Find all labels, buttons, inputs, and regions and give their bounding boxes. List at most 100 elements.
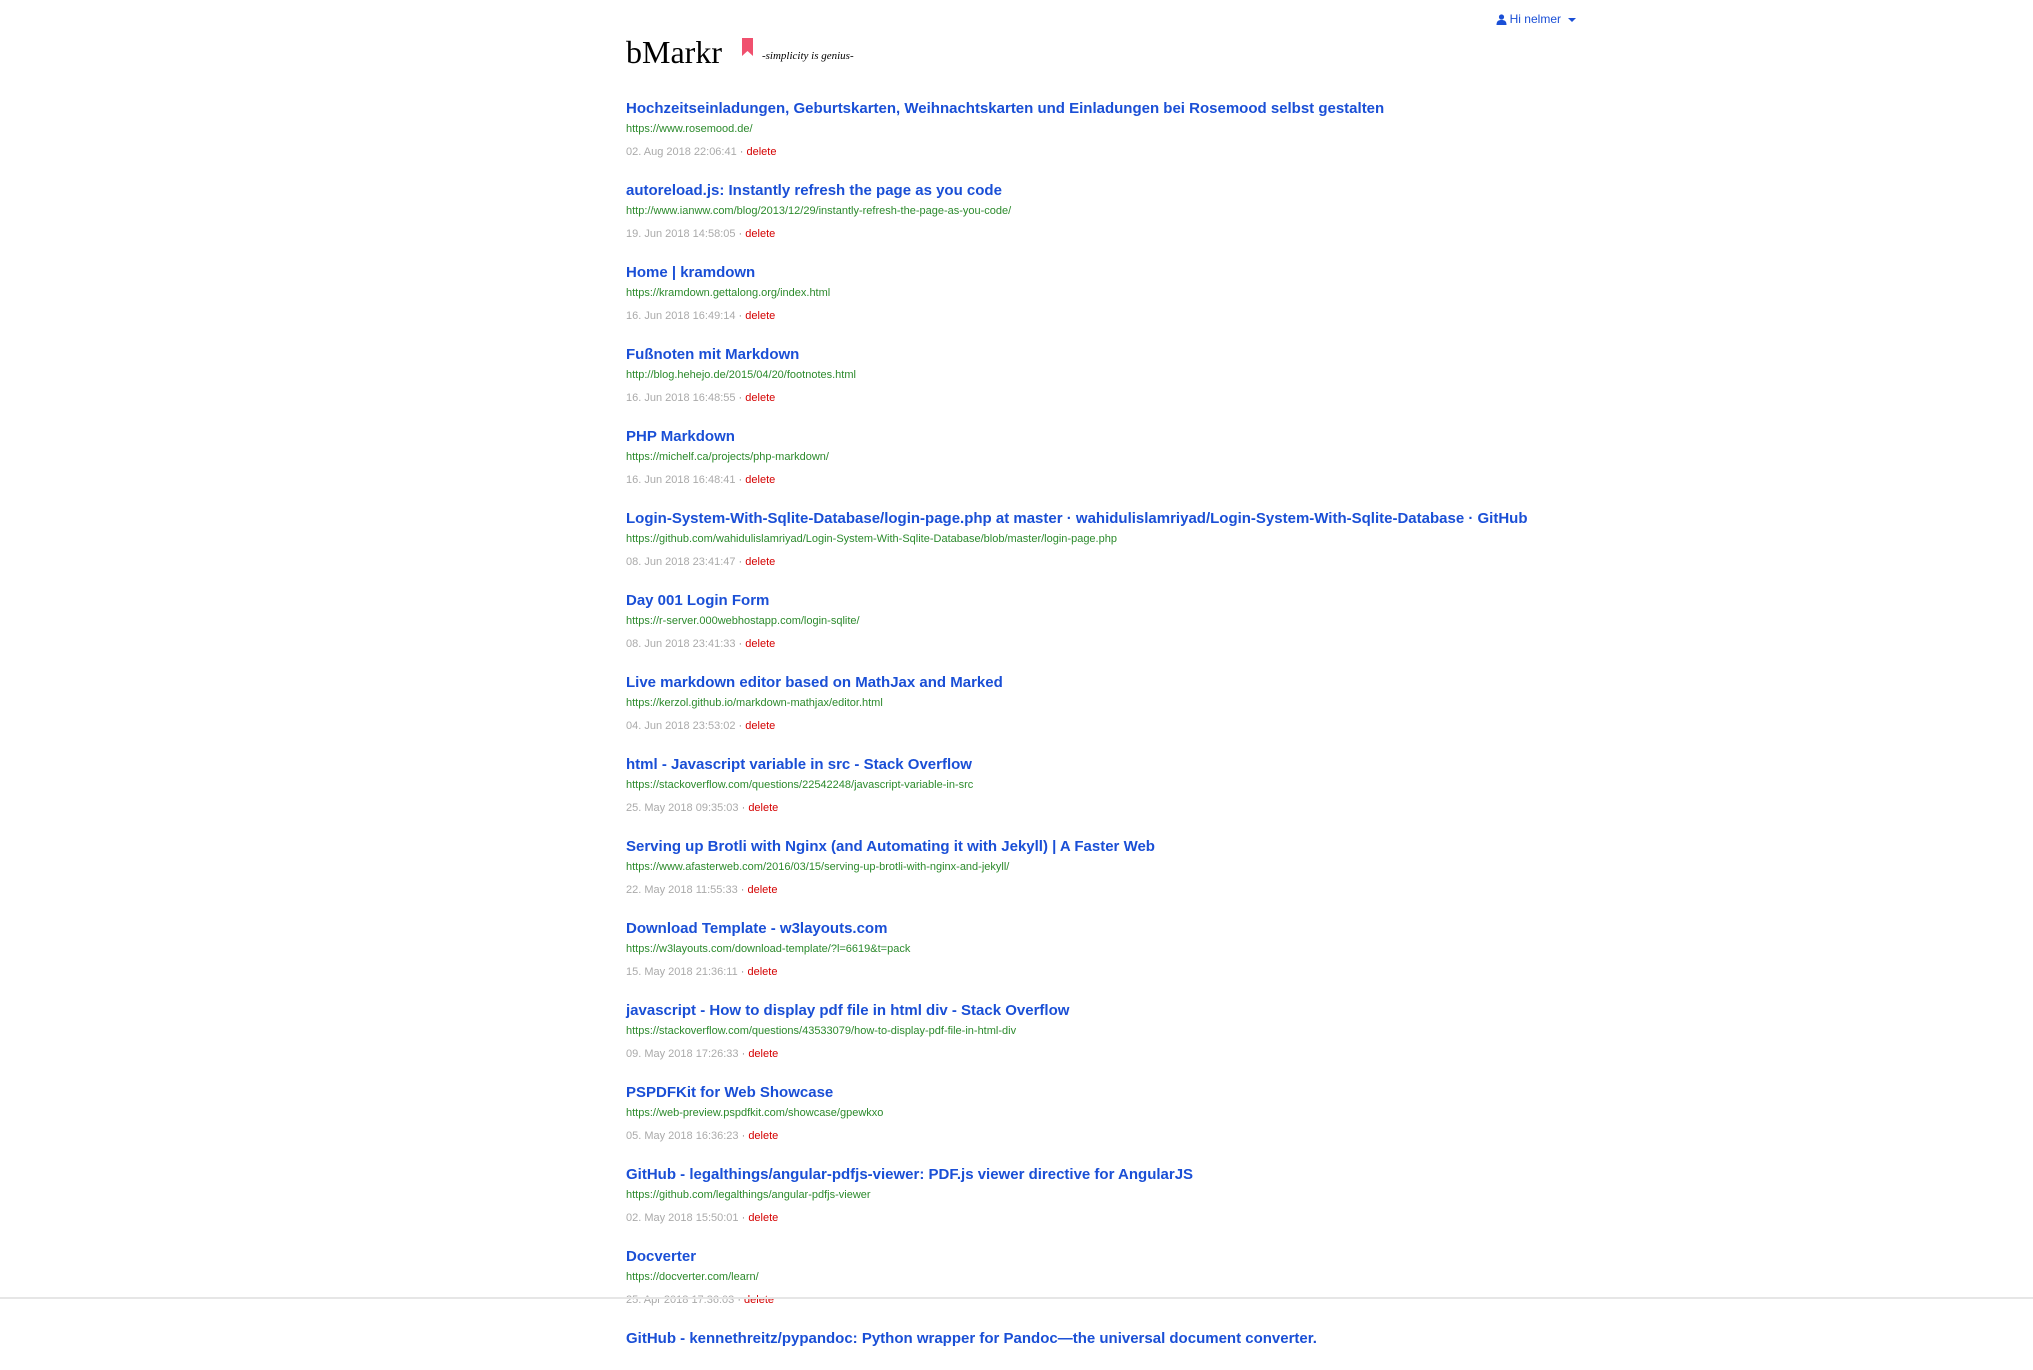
bookmark-icon [741, 38, 753, 56]
meta-separator: · [735, 720, 746, 732]
bookmark-item: Day 001 Login Form https://r-server.000we… [626, 584, 1576, 651]
meta-separator: · [737, 966, 748, 978]
meta-separator: · [735, 474, 746, 486]
bookmark-date: 09. May 2018 17:26:33 [626, 1048, 739, 1060]
meta-separator: · [738, 1130, 749, 1142]
bookmark-meta: 04. Jun 2018 23:53:02 · delete [626, 719, 1576, 733]
bookmark-meta: 02. Aug 2018 22:06:41 · delete [626, 145, 1576, 159]
delete-link[interactable]: delete [745, 310, 775, 322]
bookmark-title-link[interactable]: Download Template - w3layouts.com [626, 912, 1576, 945]
delete-link[interactable]: delete [748, 884, 778, 896]
delete-link[interactable]: delete [747, 146, 777, 158]
bookmark-url: https://stackoverflow.com/questions/2254… [626, 779, 974, 791]
delete-link[interactable]: delete [748, 1212, 778, 1224]
bookmark-item: Serving up Brotli with Nginx (and Automa… [626, 830, 1576, 897]
delete-link[interactable]: delete [744, 1294, 774, 1306]
bookmark-url: https://web-preview.pspdfkit.com/showcas… [626, 1107, 884, 1119]
bookmark-date: 08. Jun 2018 23:41:47 [626, 556, 736, 568]
bookmark-item: javascript - How to display pdf file in … [626, 994, 1576, 1061]
user-menu-dropdown[interactable]: Hi nelmer [1496, 12, 1576, 26]
bookmark-date: 16. Jun 2018 16:48:55 [626, 392, 736, 404]
bookmark-title-link[interactable]: javascript - How to display pdf file in … [626, 994, 1576, 1027]
bookmark-item: Download Template - w3layouts.com https:/… [626, 912, 1576, 979]
bookmark-meta: 02. May 2018 15:50:01 · delete [626, 1211, 1576, 1225]
bookmark-date: 02. Aug 2018 22:06:41 [626, 146, 737, 158]
meta-separator: · [735, 556, 746, 568]
bookmark-url: https://w3layouts.com/download-template/… [626, 943, 911, 955]
bookmark-item: autoreload.js: Instantly refresh the pag… [626, 174, 1576, 241]
bookmark-date: 22. May 2018 11:55:33 [626, 884, 738, 896]
bookmark-date: 02. May 2018 15:50:01 [626, 1212, 739, 1224]
bookmark-url: http://blog.hehejo.de/2015/04/20/footnot… [626, 369, 856, 381]
bookmark-title-link[interactable]: Home | kramdown [626, 256, 1576, 289]
bookmark-meta: 22. May 2018 11:55:33 · delete [626, 883, 1576, 897]
bookmark-item: Live markdown editor based on MathJax an… [626, 666, 1576, 733]
bookmark-list: Hochzeitseinladungen, Geburtskarten, Wei… [626, 92, 1576, 1370]
bookmark-item: Hochzeitseinladungen, Geburtskarten, Wei… [626, 92, 1576, 159]
bookmark-meta: 16. Jun 2018 16:49:14 · delete [626, 309, 1576, 323]
bookmark-meta: 25. Apr 2018 17:36:03 · delete [626, 1293, 1576, 1307]
bookmark-title-link[interactable]: autoreload.js: Instantly refresh the pag… [626, 174, 1576, 207]
bookmark-title-link[interactable]: Hochzeitseinladungen, Geburtskarten, Wei… [626, 92, 1576, 125]
bookmark-date: 04. Jun 2018 23:53:02 [626, 720, 736, 732]
bookmark-date: 08. Jun 2018 23:41:33 [626, 638, 736, 650]
bookmark-title-link[interactable]: PHP Markdown [626, 420, 1576, 453]
bookmark-date: 19. Jun 2018 14:58:05 [626, 228, 736, 240]
meta-separator: · [738, 802, 749, 814]
bookmark-meta: 25. May 2018 09:35:03 · delete [626, 801, 1576, 815]
bookmark-title-link[interactable]: PSPDFKit for Web Showcase [626, 1076, 1576, 1109]
bookmark-meta: 08. Jun 2018 23:41:47 · delete [626, 555, 1576, 569]
bookmark-title-link[interactable]: Day 001 Login Form [626, 584, 1576, 617]
bookmark-url: https://r-server.000webhostapp.com/login… [626, 615, 860, 627]
bookmark-meta: 15. May 2018 21:36:11 · delete [626, 965, 1576, 979]
bookmark-url: http://www.ianww.com/blog/2013/12/29/ins… [626, 205, 1012, 217]
bookmark-date: 25. May 2018 09:35:03 [626, 802, 739, 814]
bookmark-meta: 05. May 2018 16:36:23 · delete [626, 1129, 1576, 1143]
user-greeting: Hi nelmer [1509, 12, 1561, 26]
delete-link[interactable]: delete [745, 556, 775, 568]
bookmark-meta: 09. May 2018 17:26:33 · delete [626, 1047, 1576, 1061]
bookmark-date: 25. Apr 2018 17:36:03 [626, 1294, 735, 1306]
brand: bMarkr -simplicity is genius- [626, 34, 854, 70]
bookmark-item: PSPDFKit for Web Showcase https://web-pre… [626, 1076, 1576, 1143]
bookmark-url: https://kramdown.gettalong.org/index.htm… [626, 287, 831, 299]
meta-separator: · [735, 228, 746, 240]
bookmark-title-link[interactable]: Docverter [626, 1240, 1576, 1273]
delete-link[interactable]: delete [748, 966, 778, 978]
meta-separator: · [735, 310, 746, 322]
bookmark-date: 16. Jun 2018 16:49:14 [626, 310, 736, 322]
bookmark-title-link[interactable]: html - Javascript variable in src - Stac… [626, 748, 1576, 781]
bookmark-item: html - Javascript variable in src - Stac… [626, 748, 1576, 815]
meta-separator: · [738, 1212, 749, 1224]
user-icon [1496, 13, 1507, 25]
bookmark-title-link[interactable]: Live markdown editor based on MathJax an… [626, 666, 1576, 699]
bookmark-item: GitHub - legalthings/angular-pdfjs-viewe… [626, 1158, 1576, 1225]
delete-link[interactable]: delete [748, 802, 778, 814]
delete-link[interactable]: delete [745, 720, 775, 732]
delete-link[interactable]: delete [745, 392, 775, 404]
delete-link[interactable]: delete [745, 474, 775, 486]
bookmark-title-link[interactable]: Serving up Brotli with Nginx (and Automa… [626, 830, 1576, 863]
bookmark-url: https://stackoverflow.com/questions/4353… [626, 1025, 1017, 1037]
brand-tagline: -simplicity is genius- [761, 50, 854, 62]
meta-separator: · [736, 146, 747, 158]
bookmark-date: 16. Jun 2018 16:48:41 [626, 474, 736, 486]
delete-link[interactable]: delete [748, 1130, 778, 1142]
delete-link[interactable]: delete [745, 638, 775, 650]
meta-separator: · [737, 884, 748, 896]
bookmark-title-link[interactable]: Fußnoten mit Markdown [626, 338, 1576, 371]
delete-link[interactable]: delete [745, 228, 775, 240]
bookmark-item: PHP Markdown https://michelf.ca/projects/… [626, 420, 1576, 487]
meta-separator: · [735, 392, 746, 404]
meta-separator: · [734, 1294, 745, 1306]
bookmark-meta: 16. Jun 2018 16:48:55 · delete [626, 391, 1576, 405]
bookmark-date: 15. May 2018 21:36:11 [626, 966, 738, 978]
bookmark-title-link[interactable]: GitHub - kennethreitz/pypandoc: Python w… [626, 1322, 1576, 1355]
caret-down-icon [1568, 17, 1576, 22]
bookmark-meta: 19. Jun 2018 14:58:05 · delete [626, 227, 1576, 241]
bookmark-title-link[interactable]: Login-System-With-Sqlite-Database/login-… [626, 502, 1576, 535]
bookmark-meta: 16. Jun 2018 16:48:41 · delete [626, 473, 1576, 487]
bookmark-title-link[interactable]: GitHub - legalthings/angular-pdfjs-viewe… [626, 1158, 1576, 1191]
delete-link[interactable]: delete [748, 1048, 778, 1060]
brand-title: bMarkr [626, 34, 722, 70]
